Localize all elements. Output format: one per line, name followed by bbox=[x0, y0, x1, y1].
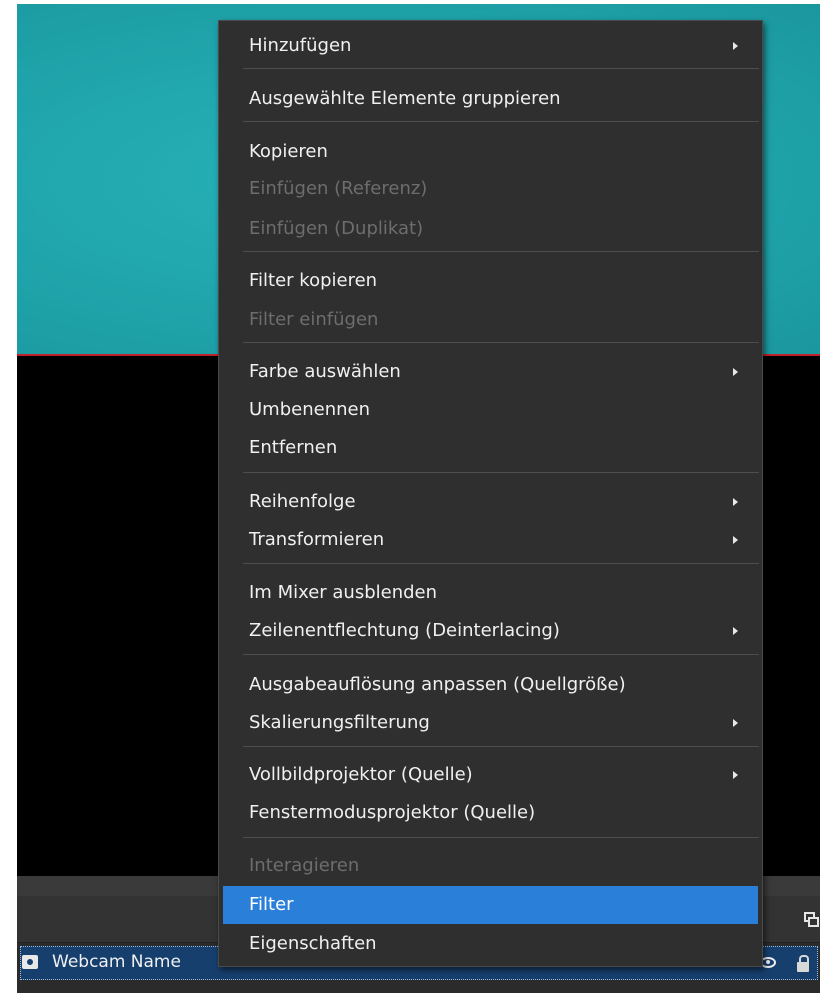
menu-item-label: Eigenschaften bbox=[249, 933, 377, 954]
submenu-arrow-icon bbox=[733, 42, 738, 50]
menu-separator bbox=[243, 342, 759, 343]
undock-icon[interactable] bbox=[804, 912, 819, 927]
submenu-arrow-icon bbox=[733, 627, 738, 635]
menu-item-label: Filter einfügen bbox=[249, 309, 379, 330]
menu-item-label: Umbenennen bbox=[249, 399, 370, 420]
menu-item-order[interactable]: Reihenfolge bbox=[223, 484, 758, 520]
context-menu: Hinzufügen Ausgewählte Elemente gruppier… bbox=[218, 20, 763, 967]
menu-item-hide-in-mixer[interactable]: Im Mixer ausblenden bbox=[223, 575, 758, 611]
submenu-arrow-icon bbox=[733, 368, 738, 376]
menu-item-label: Einfügen (Referenz) bbox=[249, 178, 428, 199]
submenu-arrow-icon bbox=[733, 498, 738, 506]
menu-item-filters[interactable]: Filter bbox=[223, 886, 758, 924]
menu-item-label: Vollbildprojektor (Quelle) bbox=[249, 764, 473, 785]
menu-separator bbox=[243, 837, 759, 838]
menu-separator bbox=[243, 654, 759, 655]
menu-item-windowed-projector[interactable]: Fenstermodusprojektor (Quelle) bbox=[223, 795, 758, 831]
menu-item-rename[interactable]: Umbenennen bbox=[223, 392, 758, 428]
menu-item-label: Im Mixer ausblenden bbox=[249, 582, 438, 603]
menu-separator bbox=[243, 746, 759, 747]
menu-item-scale-filtering[interactable]: Skalierungsfilterung bbox=[223, 705, 758, 741]
menu-item-select-color[interactable]: Farbe auswählen bbox=[223, 354, 758, 390]
menu-item-label: Filter kopieren bbox=[249, 270, 378, 291]
menu-separator bbox=[243, 563, 759, 564]
submenu-arrow-icon bbox=[733, 536, 738, 544]
menu-item-label: Hinzufügen bbox=[249, 35, 352, 56]
menu-item-copy-filters[interactable]: Filter kopieren bbox=[223, 263, 758, 299]
menu-separator bbox=[243, 121, 759, 122]
menu-item-label: Ausgabeauflösung anpassen (Quellgröße) bbox=[249, 674, 626, 695]
obs-window: Webcam Name Hinzufügen Ausgewählte Eleme… bbox=[0, 0, 820, 993]
menu-item-label: Transformieren bbox=[249, 529, 385, 550]
lock-icon[interactable] bbox=[797, 955, 809, 972]
menu-item-label: Kopieren bbox=[249, 141, 328, 162]
menu-item-remove[interactable]: Entfernen bbox=[223, 430, 758, 466]
menu-item-add[interactable]: Hinzufügen bbox=[223, 28, 758, 64]
menu-separator bbox=[243, 251, 759, 252]
menu-item-label: Interagieren bbox=[249, 855, 360, 876]
source-name: Webcam Name bbox=[52, 952, 181, 972]
menu-item-interact[interactable]: Interagieren bbox=[223, 848, 758, 884]
menu-item-label: Entfernen bbox=[249, 437, 338, 458]
menu-item-label: Einfügen (Duplikat) bbox=[249, 218, 424, 239]
menu-item-fullscreen-projector[interactable]: Vollbildprojektor (Quelle) bbox=[223, 757, 758, 793]
camera-icon bbox=[22, 955, 38, 969]
menu-item-resize-output[interactable]: Ausgabeauflösung anpassen (Quellgröße) bbox=[223, 667, 758, 703]
menu-item-label: Ausgewählte Elemente gruppieren bbox=[249, 88, 561, 109]
menu-separator bbox=[243, 68, 759, 69]
menu-item-label: Farbe auswählen bbox=[249, 361, 401, 382]
menu-item-copy[interactable]: Kopieren bbox=[223, 134, 758, 170]
menu-item-paste-duplicate[interactable]: Einfügen (Duplikat) bbox=[223, 211, 758, 247]
menu-separator bbox=[243, 472, 759, 473]
menu-item-paste-filters[interactable]: Filter einfügen bbox=[223, 302, 758, 338]
menu-item-label: Skalierungsfilterung bbox=[249, 712, 430, 733]
menu-item-label: Fenstermodusprojektor (Quelle) bbox=[249, 802, 536, 823]
menu-item-deinterlacing[interactable]: Zeilenentflechtung (Deinterlacing) bbox=[223, 613, 758, 649]
menu-item-label: Filter bbox=[249, 894, 294, 915]
submenu-arrow-icon bbox=[733, 719, 738, 727]
menu-item-group-selected[interactable]: Ausgewählte Elemente gruppieren bbox=[223, 81, 758, 117]
menu-item-paste-reference[interactable]: Einfügen (Referenz) bbox=[223, 171, 758, 207]
menu-item-transform[interactable]: Transformieren bbox=[223, 522, 758, 558]
menu-item-properties[interactable]: Eigenschaften bbox=[223, 926, 758, 962]
menu-item-label: Reihenfolge bbox=[249, 491, 356, 512]
menu-item-label: Zeilenentflechtung (Deinterlacing) bbox=[249, 620, 560, 641]
submenu-arrow-icon bbox=[733, 771, 738, 779]
